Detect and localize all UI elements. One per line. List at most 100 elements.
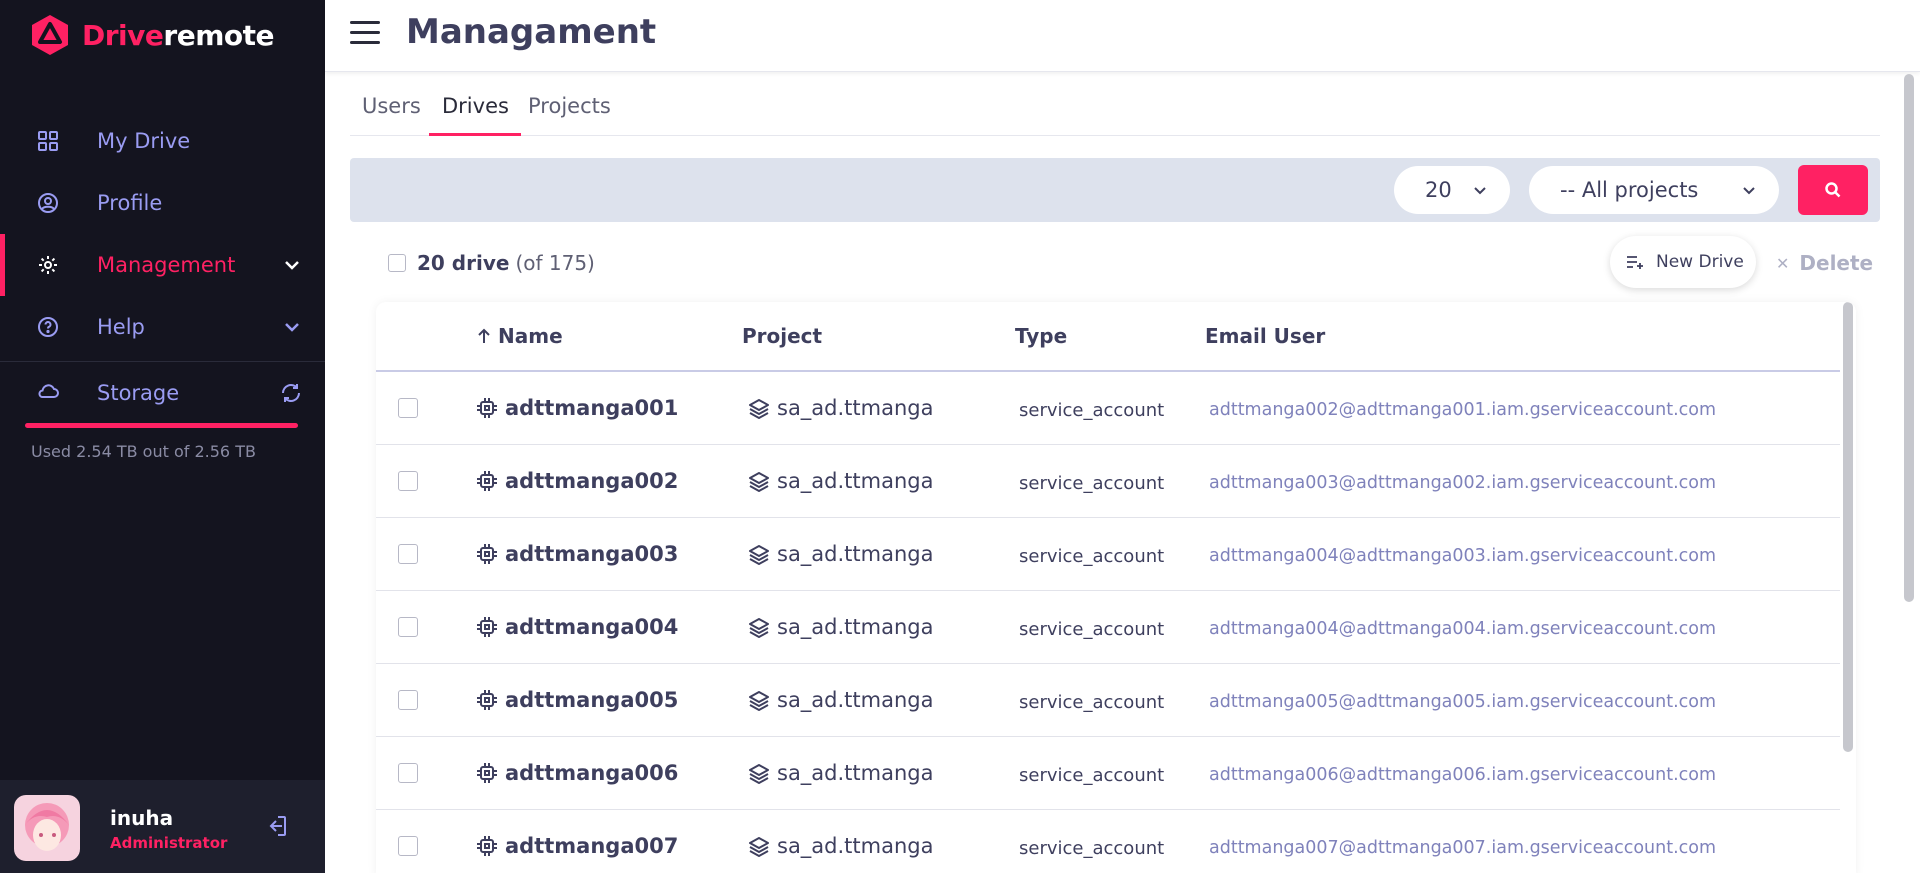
sidebar-item-label: Help (97, 315, 145, 339)
project-cell: sa_ad.ttmanga (748, 761, 934, 785)
drive-type: service_account (1019, 619, 1165, 640)
row-checkbox[interactable] (398, 690, 418, 710)
row-checkbox[interactable] (398, 617, 418, 637)
project-name: sa_ad.ttmanga (777, 396, 934, 420)
top-bar: Managament (325, 0, 1920, 72)
logout-icon[interactable] (262, 812, 290, 840)
drive-name-cell: adttmanga003 (476, 542, 678, 566)
brand-logo[interactable]: Driveremote (28, 13, 274, 57)
chevron-down-icon (285, 323, 299, 332)
drive-name: adttmanga005 (505, 688, 679, 712)
project-name: sa_ad.ttmanga (777, 542, 934, 566)
email-user-link[interactable]: adttmanga006@adttmanga006.iam.gserviceac… (1209, 765, 1716, 785)
email-user-link[interactable]: adttmanga005@adttmanga005.iam.gserviceac… (1209, 692, 1716, 712)
sidebar-item-label: Profile (97, 191, 163, 215)
drive-name: adttmanga007 (505, 834, 679, 858)
page-size-select[interactable]: 20 (1394, 166, 1510, 214)
delete-label: Delete (1799, 251, 1874, 275)
column-header-type[interactable]: Type (1015, 324, 1067, 348)
drive-name-cell: adttmanga004 (476, 615, 678, 639)
layers-icon (749, 691, 769, 711)
email-user-link[interactable]: adttmanga007@adttmanga007.iam.gserviceac… (1209, 838, 1716, 858)
column-header-project[interactable]: Project (742, 324, 822, 348)
email-user-link[interactable]: adttmanga002@adttmanga001.iam.gserviceac… (1209, 400, 1716, 420)
storage-label: Storage (97, 381, 180, 405)
row-checkbox[interactable] (398, 763, 418, 783)
sidebar-item-profile[interactable]: Profile (0, 172, 325, 234)
project-cell: sa_ad.ttmanga (748, 688, 934, 712)
project-name: sa_ad.ttmanga (777, 761, 934, 785)
email-user-link[interactable]: adttmanga003@adttmanga002.iam.gserviceac… (1209, 473, 1716, 493)
drive-name: adttmanga003 (505, 542, 679, 566)
sidebar-item-help[interactable]: Help (0, 296, 325, 358)
new-drive-button[interactable]: New Drive (1610, 236, 1756, 288)
gear-icon (36, 253, 60, 277)
column-header-name[interactable]: Name (476, 324, 563, 348)
sidebar-nav: My Drive Profile Management Help (0, 110, 325, 358)
chip-icon (477, 471, 497, 491)
sidebar-item-label: Management (97, 253, 236, 277)
drives-table: Name Project Type Email User adttmanga00… (376, 302, 1856, 873)
tab-drives[interactable]: Drives (429, 94, 521, 136)
project-filter-value: -- All projects (1560, 178, 1699, 202)
filter-bar: 20 -- All projects (350, 158, 1880, 222)
brand-name: Driveremote (82, 18, 274, 52)
tab-projects[interactable]: Projects (528, 94, 611, 136)
drive-name-cell: adttmanga002 (476, 469, 678, 493)
table-row[interactable]: adttmanga002 sa_ad.ttmanga service_accou… (376, 445, 1840, 518)
tab-users[interactable]: Users (362, 94, 421, 136)
avatar[interactable] (14, 795, 80, 861)
delete-button[interactable]: ✕ Delete (1776, 251, 1873, 275)
layers-icon (749, 618, 769, 638)
table-row[interactable]: adttmanga006 sa_ad.ttmanga service_accou… (376, 737, 1840, 810)
select-all-checkbox[interactable] (388, 254, 406, 272)
email-user-link[interactable]: adttmanga004@adttmanga003.iam.gserviceac… (1209, 546, 1716, 566)
table-row[interactable]: adttmanga001 sa_ad.ttmanga service_accou… (376, 372, 1840, 445)
row-checkbox[interactable] (398, 836, 418, 856)
drive-name: adttmanga004 (505, 615, 679, 639)
table-scrollbar-thumb[interactable] (1843, 302, 1853, 752)
drive-type: service_account (1019, 838, 1165, 859)
layers-icon (749, 764, 769, 784)
grid-icon (36, 129, 60, 153)
user-circle-icon (36, 191, 60, 215)
layers-icon (749, 545, 769, 565)
project-name: sa_ad.ttmanga (777, 469, 934, 493)
table-header: Name Project Type Email User (376, 302, 1840, 372)
layers-icon (749, 472, 769, 492)
table-row[interactable]: adttmanga004 sa_ad.ttmanga service_accou… (376, 591, 1840, 664)
cloud-icon (36, 380, 60, 406)
drive-name-cell: adttmanga006 (476, 761, 678, 785)
table-row[interactable]: adttmanga005 sa_ad.ttmanga service_accou… (376, 664, 1840, 737)
sidebar-item-management[interactable]: Management (0, 234, 325, 296)
column-header-email[interactable]: Email User (1205, 324, 1325, 348)
drive-name: adttmanga002 (505, 469, 679, 493)
management-tabs: Users Drives Projects (350, 84, 1880, 136)
menu-toggle-icon[interactable] (350, 21, 380, 47)
chevron-down-icon (285, 261, 299, 270)
sidebar-divider (0, 361, 325, 362)
row-checkbox[interactable] (398, 398, 418, 418)
drive-name: adttmanga006 (505, 761, 679, 785)
project-filter-select[interactable]: -- All projects (1529, 166, 1779, 214)
table-row[interactable]: adttmanga007 sa_ad.ttmanga service_accou… (376, 810, 1840, 873)
chip-icon (477, 690, 497, 710)
chip-icon (477, 544, 497, 564)
selection-summary: 20 drive (of 175) (388, 250, 595, 276)
drive-name-cell: adttmanga007 (476, 834, 678, 858)
layers-icon (749, 837, 769, 857)
page-scrollbar[interactable] (1902, 72, 1916, 873)
table-row[interactable]: adttmanga003 sa_ad.ttmanga service_accou… (376, 518, 1840, 591)
sidebar-item-my-drive[interactable]: My Drive (0, 110, 325, 172)
chip-icon (477, 763, 497, 783)
storage-section[interactable]: Storage (0, 363, 325, 423)
add-list-icon (1627, 256, 1643, 269)
chip-icon (477, 836, 497, 856)
page-scrollbar-thumb[interactable] (1904, 74, 1914, 602)
refresh-icon[interactable] (279, 381, 303, 405)
search-button[interactable] (1798, 165, 1868, 215)
row-checkbox[interactable] (398, 544, 418, 564)
row-checkbox[interactable] (398, 471, 418, 491)
email-user-link[interactable]: adttmanga004@adttmanga004.iam.gserviceac… (1209, 619, 1716, 639)
storage-usage-text: Used 2.54 TB out of 2.56 TB (31, 442, 256, 461)
